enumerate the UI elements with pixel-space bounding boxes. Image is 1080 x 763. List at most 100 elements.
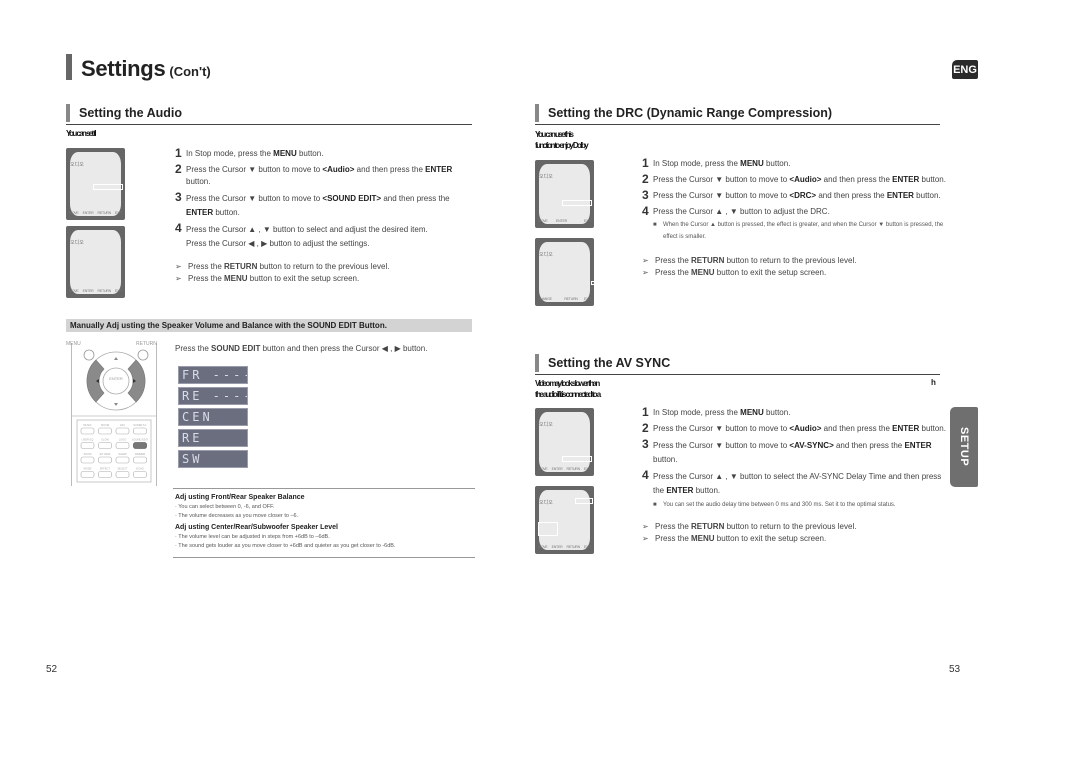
section-title: Setting the DRC (Dynamic Range Compressi…: [548, 106, 833, 120]
osd-footer-move: MOVE: [69, 289, 79, 293]
osd-footer-return: RETURN: [566, 467, 581, 471]
osd-menu-label: 오디오: [539, 174, 553, 180]
remote-button: [115, 471, 130, 478]
remote-button: [98, 456, 112, 464]
osd-highlight: [575, 498, 593, 504]
step-item: 4 Press the Cursor ▲ , ▼ button to select…: [642, 468, 942, 495]
remote-button-label: LOGO: [119, 438, 127, 442]
remote-button-label: SUPER 5.1: [133, 423, 147, 427]
step-item: 3 Press the Cursor ▼ button to move to <S…: [175, 190, 450, 217]
section-heading-drc: Setting the DRC (Dynamic Range Compressi…: [535, 104, 940, 125]
return-button-icon: [137, 349, 149, 361]
section-accent-bar: [66, 104, 70, 122]
remote-button-label: MUSIC: [83, 423, 91, 427]
page-title-suffix: (Con't): [169, 64, 211, 79]
osd-footer-return: RETURN: [97, 211, 112, 215]
osd-footer-exit: EXIT: [583, 219, 591, 223]
osd-footer-change: CHANGE: [538, 297, 552, 301]
step-item: 2 Press the Cursor ▼ button to move to <A…: [642, 421, 946, 435]
step-item: 2 Press the Cursor ▼ button to move to <A…: [175, 162, 453, 186]
language-badge: ENG: [952, 60, 978, 79]
sound-edit-info-box: Adj usting Front/Rear Speaker Balance · …: [173, 488, 475, 558]
sound-edit-button: [133, 442, 147, 449]
note-item: ➢ Press the RETURN button to return to th…: [642, 256, 857, 265]
section-intro: You can use this function to enjoy Dolby…: [535, 130, 589, 150]
sound-edit-heading: Manually Adj usting the Speaker Volume a…: [66, 319, 472, 332]
tv-screen-audio-1: 오디오 MOVE ENTER RETURN EXIT: [66, 148, 125, 220]
tv-screen-drc-1: 오디오 MOVE ENTER EXIT: [535, 160, 594, 228]
osd-footer-enter: ENTER: [82, 289, 94, 293]
remote-button: [80, 442, 95, 449]
step-item: 1 In Stop mode, press the MENU button.: [642, 405, 791, 419]
tv-screen-drc-2: 오디오 CHANGE RETURN EXIT: [535, 238, 598, 306]
arrow-icon: ➢: [642, 268, 649, 277]
bullet-square-icon: ■: [653, 502, 657, 508]
drc-steps: 1 In Stop mode, press the MENU button. 2P…: [642, 156, 947, 279]
enter-button: [102, 367, 130, 395]
osd-highlight: [591, 281, 598, 285]
sound-edit-instruction: Press the SOUND EDIT button and then pre…: [175, 344, 428, 353]
arrow-icon: ➢: [642, 534, 649, 543]
remote-button: [133, 471, 147, 478]
remote-button-label: ECHO: [136, 467, 144, 471]
lcd-display-sw: SW 0: [178, 450, 248, 468]
remote-button: [80, 456, 95, 464]
sub-note: ■ You can set the audio delay time betwee…: [642, 499, 947, 511]
section-intro: You can set the audio options.: [66, 129, 96, 138]
section-accent-bar: [535, 104, 539, 122]
osd-menu-label: 오디오: [539, 252, 553, 258]
audio-steps: 1 In Stop mode, press the MENU button. 2P…: [175, 147, 475, 285]
osd-footer-return: RETURN: [564, 297, 578, 301]
note-item: ➢ Press the MENU button to exit the setup…: [175, 274, 360, 283]
page-number-right: 53: [949, 664, 961, 675]
remote-button-label: MOVIE: [101, 423, 110, 427]
remote-button: [98, 442, 112, 449]
sub-note: ■ When the Cursor ▲ button is pressed, th…: [642, 219, 947, 243]
info-line: · You can select between 0, -6, and OFF.: [175, 504, 275, 510]
remote-button-label: DIMMER: [135, 452, 146, 456]
page-title: Settings (Con't): [66, 54, 211, 80]
step-item: 3 Press the Cursor ▼ button to move to <A…: [642, 437, 932, 464]
osd-footer-exit: EXIT: [115, 289, 122, 293]
osd-footer-return: RETURN: [97, 289, 112, 293]
osd-footer-move: MOVE: [538, 219, 548, 223]
osd-footer-exit: EXIT: [115, 211, 122, 215]
lcd-display-cen: CEN 0: [178, 408, 248, 426]
remote-button-label: ZOOM: [84, 452, 92, 456]
avsync-steps: 1 In Stop mode, press the MENU button. 2P…: [642, 405, 947, 545]
info-line: · The volume decreases as you move close…: [175, 513, 299, 519]
setup-tab-label: SETUP: [958, 427, 970, 467]
osd-menu-label: 오디오: [539, 500, 553, 506]
osd-highlight: [93, 184, 123, 190]
section-intro: Video may look slower than the audio if …: [535, 379, 601, 399]
osd-footer-move: MOVE: [538, 545, 548, 549]
tv-screen-avsync-1: 오디오 MOVE ENTER RETURN EXIT: [535, 408, 594, 476]
osd-footer-move: MOVE: [538, 467, 548, 471]
lcd-display-re: RE ----:----: [178, 387, 248, 405]
section-accent-bar: [535, 354, 539, 372]
remote-button-label: SLEEP: [118, 452, 127, 456]
osd-menu-label: 오디오: [70, 240, 84, 246]
remote-button-label: SELECT: [117, 467, 128, 471]
remote-button-label: ASC: [120, 423, 125, 427]
osd-footer-exit: EXIT: [584, 297, 591, 301]
remote-button: [115, 456, 130, 464]
step-item: 3 Press the Cursor ▼ button to move to <D…: [642, 188, 941, 202]
tv-screen-audio-2: 오디오 MOVE ENTER RETURN EXIT: [66, 226, 125, 298]
step-item: 2 Press the Cursor ▼ button to move to <A…: [642, 172, 946, 186]
arrow-icon: ➢: [175, 262, 182, 271]
level-heading: Adj usting Center/Rear/Subwoofer Speaker…: [175, 524, 338, 531]
remote-button: [98, 427, 112, 435]
osd-footer-enter: ENTER: [551, 545, 563, 549]
osd-menu-label: 오디오: [70, 162, 84, 168]
remote-button: [115, 427, 130, 435]
menu-button-icon: [83, 349, 95, 361]
step-item: 1 In Stop mode, press the MENU button.: [642, 156, 791, 170]
section-title: Setting the AV SYNC: [548, 356, 671, 370]
osd-highlight: [562, 200, 592, 206]
remote-illustration: ENTER MUSIC MOVIE ASC SUPER 5.1 USER EQ SLOW L…: [71, 343, 157, 486]
osd-footer-move: MOVE: [69, 211, 79, 215]
tv-screen-avsync-2: 오디오 MOVE ENTER RETURN EXIT: [535, 486, 594, 554]
arrow-icon: ➢: [642, 522, 649, 531]
remote-button: [80, 427, 95, 435]
